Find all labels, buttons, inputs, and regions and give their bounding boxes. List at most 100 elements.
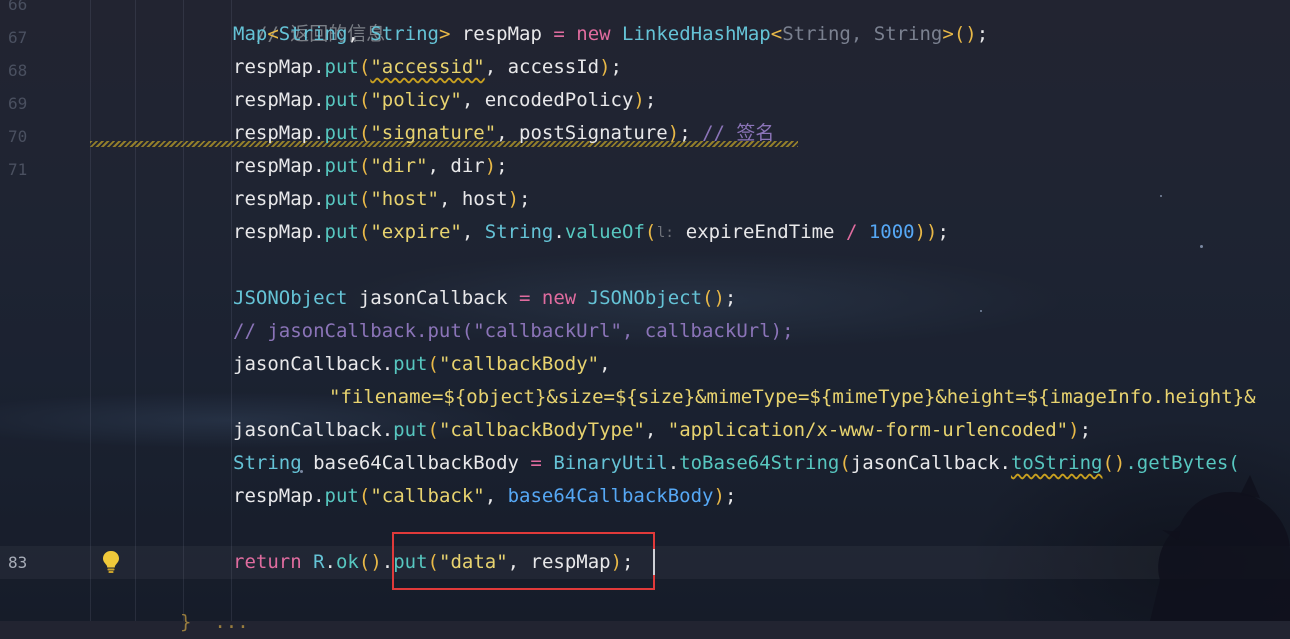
red-highlight-box	[392, 532, 655, 590]
token-method: put	[324, 89, 359, 111]
token-identifier: , accessId	[484, 56, 600, 78]
token-type: JSONObject	[587, 287, 703, 309]
token-identifier: respMap	[233, 56, 314, 78]
code-line-81[interactable]: respMap.put("callback", base64CallbackBo…	[233, 480, 736, 513]
token-identifier: , encodedPolicy	[461, 89, 634, 111]
token-bracket: <	[770, 23, 783, 45]
code-line-73[interactable]: respMap.put("expire", String.valueOf(l: …	[233, 216, 949, 249]
line-number: 69	[8, 94, 28, 113]
token-method: put	[324, 155, 359, 177]
token-type: String	[233, 452, 302, 474]
token-method: put	[393, 419, 428, 441]
token-operator: =	[518, 287, 531, 309]
token-bracket: (	[358, 485, 371, 507]
code-line-78[interactable]: "filename=${object}&size=${size}&mimeTyp…	[329, 381, 1256, 414]
token-identifier: respMap	[233, 188, 314, 210]
code-line-76[interactable]: // jasonCallback.put("callbackUrl", call…	[233, 315, 794, 348]
token-type: R	[301, 551, 325, 573]
background-star	[1160, 195, 1162, 197]
token-bracket: (	[358, 89, 371, 111]
code-line-69[interactable]: respMap.put("policy", encodedPolicy);	[233, 84, 656, 117]
code-line-71[interactable]: respMap.put("dir", dir);	[233, 150, 508, 183]
token-identifier: base64CallbackBody	[507, 485, 714, 507]
token-punct: ,	[644, 419, 668, 441]
token-punct: .	[553, 221, 565, 243]
token-bracket: )	[1068, 419, 1080, 441]
token-method: valueOf	[564, 221, 645, 243]
code-line-79[interactable]: jasonCallback.put("callbackBodyType", "a…	[233, 414, 1091, 447]
parameter-hint-icon[interactable]: l:	[656, 222, 674, 244]
token-identifier: respMap	[233, 155, 314, 177]
code-line-70[interactable]: respMap.put("signature", postSignature);…	[233, 117, 774, 150]
token-identifier: jasonCallback	[233, 419, 382, 441]
token-bracket: )	[667, 122, 680, 144]
code-line-68[interactable]: respMap.put("accessid", accessId);	[233, 51, 622, 84]
token-identifier: respMap	[233, 122, 314, 144]
token-bracket: )	[484, 155, 497, 177]
code-line-85-partial[interactable]: } ...	[180, 606, 249, 639]
background-star	[1200, 245, 1203, 248]
token-type: BinaryUtil	[541, 452, 668, 474]
token-method: put	[324, 221, 359, 243]
token-string: "filename=${object}&size=${size}&mimeTyp…	[329, 386, 1256, 408]
code-line-75[interactable]: JSONObject jasonCallback = new JSONObjec…	[233, 282, 736, 315]
token-keyword: return	[233, 551, 302, 573]
text-caret	[653, 549, 655, 575]
code-line-72[interactable]: respMap.put("host", host);	[233, 183, 531, 216]
token-string: "callbackBody"	[438, 353, 600, 375]
token-punct: .	[381, 353, 394, 375]
lightbulb-icon[interactable]	[101, 550, 121, 574]
token-punct: ,	[461, 221, 485, 243]
token-bracket: ()	[358, 551, 382, 573]
token-keyword: new	[530, 287, 588, 309]
token-method: put	[324, 485, 359, 507]
token-bracket: )	[713, 485, 725, 507]
token-bracket: )	[599, 56, 611, 78]
token-identifier: , dir	[427, 155, 485, 177]
token-punct: ;	[496, 155, 508, 177]
token-type: String	[484, 221, 554, 243]
code-line-80[interactable]: String base64CallbackBody = BinaryUtil.t…	[233, 447, 1240, 480]
token-punct: ;	[610, 56, 622, 78]
token-identifier: respMap	[233, 221, 314, 243]
token-punct: ;	[519, 188, 531, 210]
token-operator: /	[845, 221, 858, 243]
token-bracket: (	[358, 56, 371, 78]
background-star	[980, 310, 982, 312]
token-bracket: (	[358, 155, 371, 177]
token-bracket: >	[438, 23, 451, 45]
token-method: put	[324, 188, 359, 210]
token-punct: .	[313, 188, 325, 210]
token-punct: ;	[644, 89, 657, 111]
token-punct: ;	[1079, 419, 1092, 441]
token-identifier: base64CallbackBody	[301, 452, 531, 474]
token-number: 1000	[857, 221, 915, 243]
code-line-66[interactable]: // 返回的信息	[233, 0, 385, 45]
token-string: "accessid"	[370, 56, 485, 78]
token-string: "callback"	[370, 485, 485, 507]
token-bracket: ()	[953, 23, 977, 45]
token-punct: ,	[347, 23, 371, 45]
code-line-77[interactable]: jasonCallback.put("callbackBody",	[233, 348, 611, 381]
token-punct: .	[381, 419, 394, 441]
code-line-67[interactable]: Map<String, String> respMap = new Linked…	[233, 18, 988, 51]
token-bracket: (	[358, 221, 371, 243]
token-identifier: , postSignature	[496, 122, 668, 144]
token-method: put	[324, 122, 359, 144]
token-punct: .	[313, 485, 325, 507]
token-punct: ,	[484, 485, 508, 507]
token-type: LinkedHashMap	[622, 23, 771, 45]
token-punct: ,	[850, 23, 874, 45]
token-punct: .	[313, 221, 325, 243]
token-punct: .	[313, 56, 325, 78]
token-method: ok	[335, 551, 359, 573]
token-string: "dir"	[370, 155, 428, 177]
token-operator: =	[530, 452, 542, 474]
token-punct: ;	[976, 23, 989, 45]
line-number-current: 83	[8, 553, 28, 572]
line-number: 70	[8, 127, 28, 146]
token-punct: .	[313, 155, 325, 177]
line-number: 68	[8, 61, 28, 80]
token-method: put	[393, 353, 428, 375]
line-number: 67	[8, 28, 28, 47]
